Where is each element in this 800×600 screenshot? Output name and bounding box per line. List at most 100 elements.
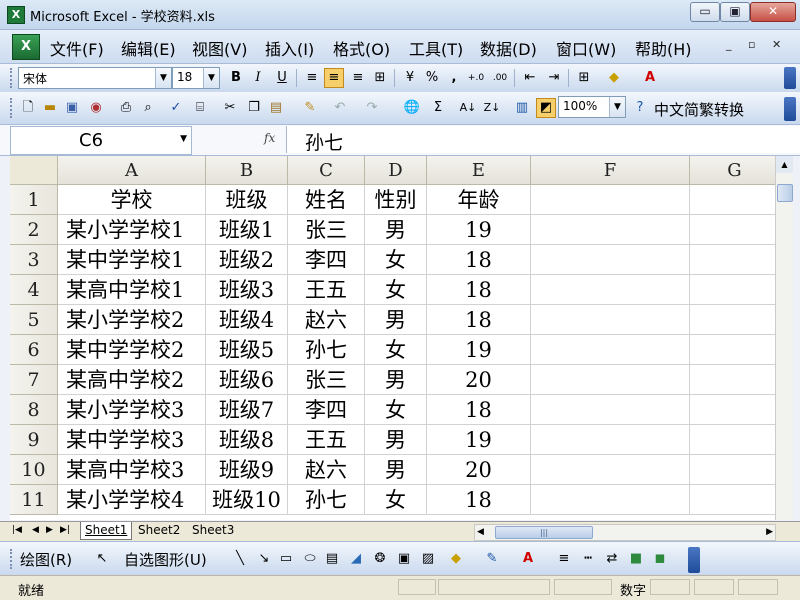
cell-c7[interactable]: 张三 (288, 365, 365, 395)
row-header-2[interactable]: 2 (10, 215, 58, 245)
toolbar-grip[interactable] (10, 98, 15, 118)
row-header-1[interactable]: 1 (10, 185, 58, 215)
cell-d8[interactable]: 女 (365, 395, 427, 425)
help-icon[interactable]: ? (630, 98, 650, 118)
cell-e5[interactable]: 18 (427, 305, 531, 335)
cell-d4[interactable]: 女 (365, 275, 427, 305)
row-header-11[interactable]: 11 (10, 485, 58, 515)
column-header-g[interactable]: G (690, 156, 775, 185)
name-box[interactable]: C6 ▼ (10, 126, 192, 155)
cell-e6[interactable]: 19 (427, 335, 531, 365)
empty-cell[interactable] (531, 305, 690, 335)
3d-style-icon[interactable]: ◼ (650, 549, 670, 569)
empty-cell[interactable] (531, 335, 690, 365)
cell-d2[interactable]: 男 (365, 215, 427, 245)
borders-icon[interactable]: ⊞ (574, 68, 594, 88)
restore-button[interactable]: ▣ (720, 2, 750, 22)
excel-app-icon[interactable]: X (7, 6, 25, 24)
diagram-icon[interactable]: ❂ (370, 549, 390, 569)
dash-style-icon[interactable]: ┅ (578, 549, 598, 569)
scroll-left-icon[interactable]: ◀ (477, 527, 484, 537)
cell-b8[interactable]: 班级7 (206, 395, 288, 425)
scroll-thumb[interactable]: ||| (495, 526, 593, 539)
save-icon[interactable]: ▣ (62, 98, 82, 118)
row-header-5[interactable]: 5 (10, 305, 58, 335)
research-icon[interactable]: ⌸ (190, 98, 210, 118)
new-document-icon[interactable]: 🗋 (18, 98, 38, 118)
empty-cell[interactable] (690, 185, 775, 215)
decrease-indent-icon[interactable]: ⇤ (520, 68, 540, 88)
cell-e4[interactable]: 18 (427, 275, 531, 305)
cell-a10[interactable]: 某高中学校3 (58, 455, 206, 485)
clipart-icon[interactable]: ▣ (394, 549, 414, 569)
copy-icon[interactable]: ❐ (244, 98, 264, 118)
row-header-9[interactable]: 9 (10, 425, 58, 455)
font-color-icon[interactable]: A (518, 549, 538, 569)
cell-e8[interactable]: 18 (427, 395, 531, 425)
spelling-icon[interactable]: ✓ (166, 98, 186, 118)
empty-cell[interactable] (690, 215, 775, 245)
empty-cell[interactable] (531, 455, 690, 485)
empty-cell[interactable] (690, 245, 775, 275)
doc-close-button[interactable]: ✕ (772, 38, 781, 51)
textbox-icon[interactable]: ▤ (322, 549, 342, 569)
sheet-tab-3[interactable]: Sheet3 (188, 522, 238, 539)
cell-e11[interactable]: 18 (427, 485, 531, 515)
increase-decimal-icon[interactable]: +.0 (466, 68, 486, 88)
wordart-icon[interactable]: ◢ (346, 549, 366, 569)
paste-icon[interactable]: ▤ (266, 98, 286, 118)
chinese-convert-button[interactable]: 中文简繁转换 (654, 99, 744, 120)
italic-button[interactable]: I (248, 68, 268, 88)
menu-data[interactable]: 数据(D) (480, 36, 537, 60)
header-cell-d1[interactable]: 性别 (365, 185, 427, 215)
toolbar-grip[interactable] (10, 549, 15, 569)
align-center-icon[interactable]: ≡ (324, 68, 344, 88)
empty-cell[interactable] (690, 275, 775, 305)
shadow-style-icon[interactable]: ■ (626, 549, 646, 569)
chevron-down-icon[interactable]: ▼ (155, 68, 171, 88)
cut-icon[interactable]: ✂ (220, 98, 240, 118)
vertical-scrollbar[interactable]: ▲ (775, 156, 793, 520)
empty-cell[interactable] (690, 485, 775, 515)
cell-c8[interactable]: 李四 (288, 395, 365, 425)
scroll-right-icon[interactable]: ▶ (766, 527, 773, 537)
toolbar-grip[interactable] (10, 68, 15, 88)
cell-d7[interactable]: 男 (365, 365, 427, 395)
cell-b9[interactable]: 班级8 (206, 425, 288, 455)
arrow-style-icon[interactable]: ⇄ (602, 549, 622, 569)
sheet-tab-1[interactable]: Sheet1 (80, 522, 133, 540)
last-sheet-icon[interactable]: ▶| (60, 525, 70, 535)
line-color-icon[interactable]: ✎ (482, 549, 502, 569)
menu-help[interactable]: 帮助(H) (635, 36, 692, 60)
cell-c10[interactable]: 赵六 (288, 455, 365, 485)
permission-icon[interactable]: ◉ (86, 98, 106, 118)
bold-button[interactable]: B (226, 68, 246, 88)
open-folder-icon[interactable]: ▬ (40, 98, 60, 118)
row-header-8[interactable]: 8 (10, 395, 58, 425)
merge-center-icon[interactable]: ⊞ (370, 68, 390, 88)
scroll-thumb[interactable] (777, 184, 793, 202)
empty-cell[interactable] (690, 365, 775, 395)
doc-minimize-button[interactable]: _ (726, 38, 732, 51)
autosum-icon[interactable]: Σ (428, 98, 448, 118)
prev-sheet-icon[interactable]: ◀ (32, 525, 39, 535)
cell-d5[interactable]: 男 (365, 305, 427, 335)
cell-e9[interactable]: 19 (427, 425, 531, 455)
arrow-icon[interactable]: ↘ (254, 549, 274, 569)
menu-window[interactable]: 窗口(W) (556, 36, 616, 60)
row-header-7[interactable]: 7 (10, 365, 58, 395)
chevron-down-icon[interactable]: ▼ (203, 68, 219, 88)
menu-format[interactable]: 格式(O) (333, 36, 390, 60)
cell-b4[interactable]: 班级3 (206, 275, 288, 305)
next-sheet-icon[interactable]: ▶ (46, 525, 53, 535)
cell-c6[interactable]: 孙七 (288, 335, 365, 365)
select-objects-icon[interactable]: ↖ (92, 549, 112, 569)
column-header-a[interactable]: A (58, 156, 206, 185)
cell-a6[interactable]: 某中学学校2 (58, 335, 206, 365)
column-header-d[interactable]: D (365, 156, 427, 185)
menu-tools[interactable]: 工具(T) (409, 36, 463, 60)
column-header-b[interactable]: B (206, 156, 288, 185)
doc-restore-button[interactable]: ▫ (748, 38, 755, 51)
row-header-3[interactable]: 3 (10, 245, 58, 275)
empty-cell[interactable] (531, 395, 690, 425)
